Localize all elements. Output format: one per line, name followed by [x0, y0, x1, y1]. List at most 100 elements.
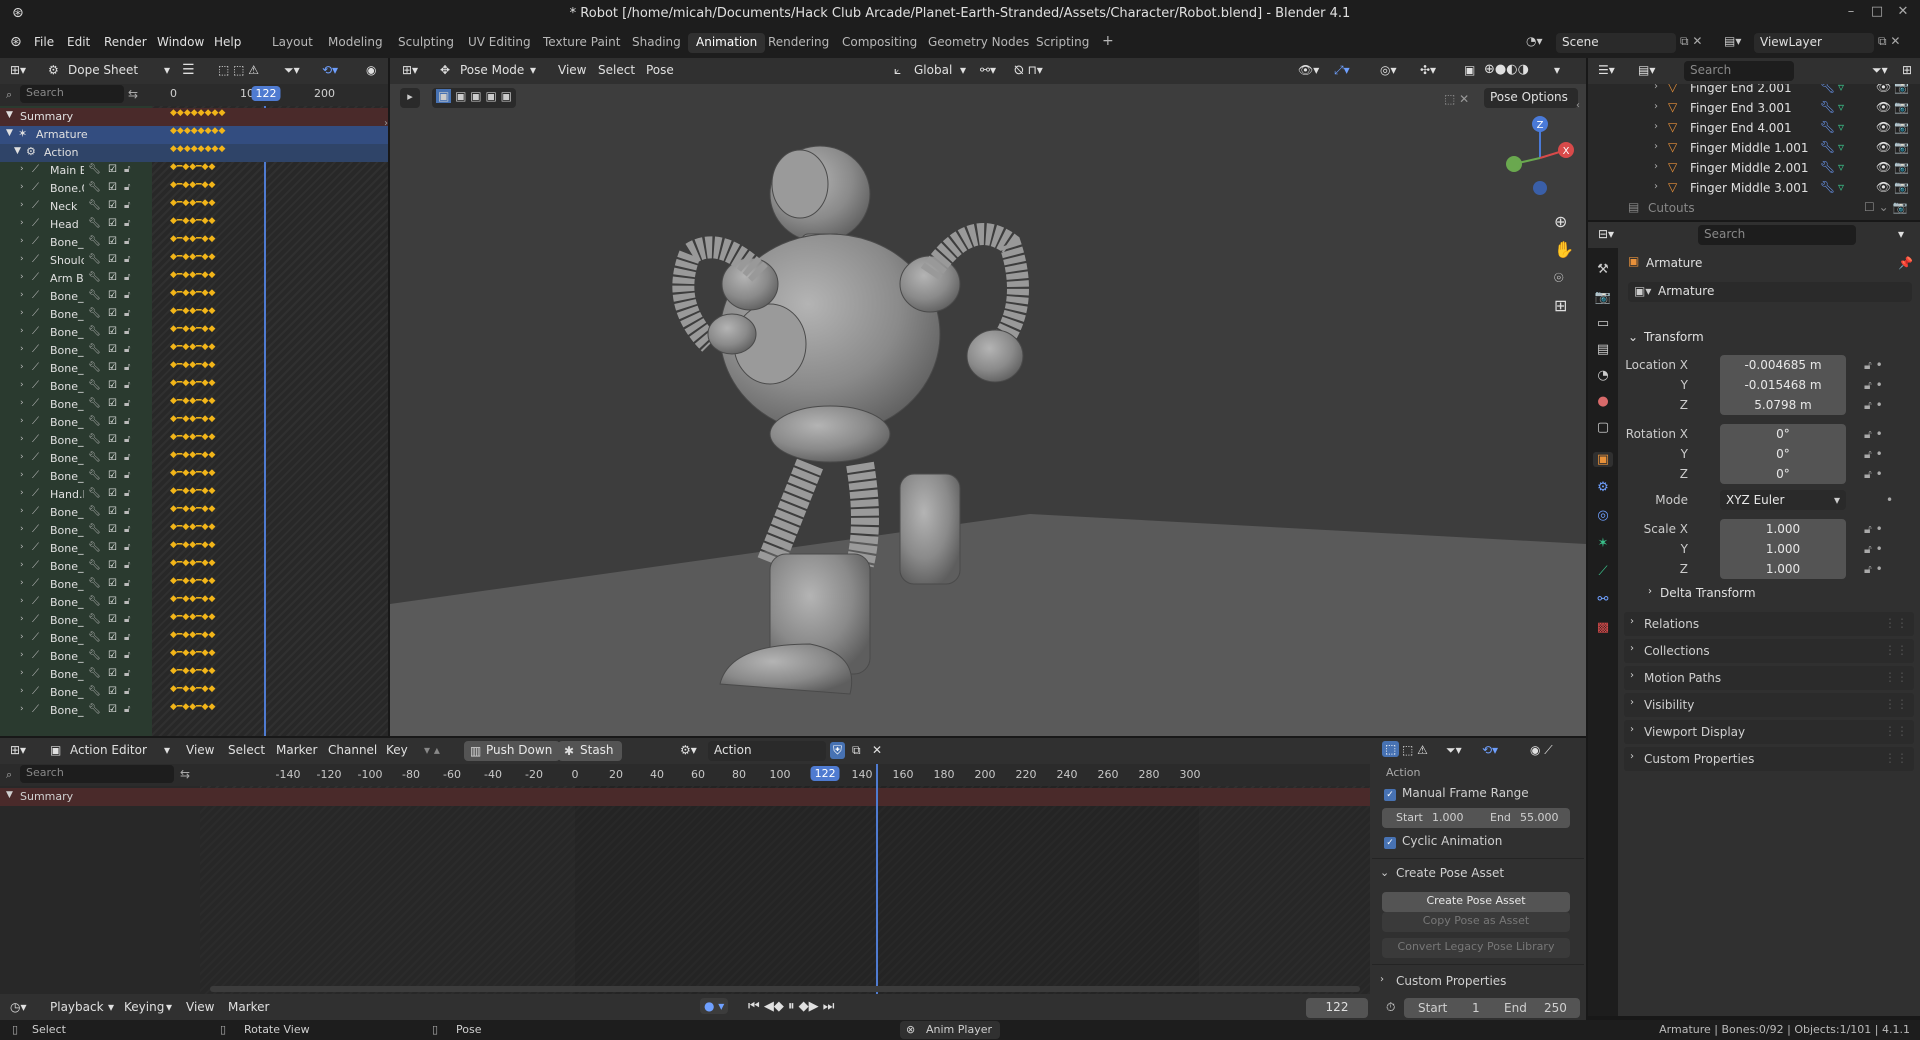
tab-compositing[interactable]: Compositing	[834, 33, 925, 53]
expand-chevron-icon[interactable]: ›	[1654, 181, 1658, 192]
create-pose-asset-button[interactable]: Create Pose Asset	[1382, 892, 1570, 912]
bone-channel[interactable]: › ⟋ Bone_l 🔧︎ ☑ 🔓︎ ◆━◆◆━◆◆	[0, 234, 388, 252]
panel-chevron-icon[interactable]: ›	[1630, 697, 1634, 708]
eye-icon[interactable]: 👁	[1876, 180, 1891, 194]
menu-render[interactable]: Render	[104, 35, 147, 49]
menu-help[interactable]: Help	[214, 35, 241, 49]
outliner-item[interactable]: › ▽ Finger End 2.001 🔧︎ ▿ 👁 📷	[1588, 84, 1920, 98]
texture-tab-icon[interactable]: ▩	[1593, 620, 1613, 635]
location-z-field[interactable]: 5.0798 m	[1720, 395, 1846, 415]
convert-legacy-pose-library-button[interactable]: Convert Legacy Pose Library	[1382, 938, 1570, 958]
pose-options-dropdown[interactable]: Pose Options	[1484, 88, 1578, 108]
mute-checkbox[interactable]: ☑	[108, 560, 117, 571]
expand-chevron-icon[interactable]: ›	[20, 236, 24, 246]
lock-icon[interactable]: 🔓︎	[124, 524, 130, 535]
blender-menu-icon[interactable]: ⊛	[10, 34, 22, 50]
rotation-mode-select[interactable]: XYZ Euler	[1720, 490, 1846, 510]
panel-chevron-icon[interactable]: ›	[1630, 670, 1634, 681]
expand-chevron-icon[interactable]: ▼	[6, 110, 13, 120]
copy-pose-as-asset-button[interactable]: Copy Pose as Asset	[1382, 912, 1570, 932]
gizmo-toggle-icon[interactable]: ⤢▾	[1334, 63, 1350, 78]
display-mode-icon[interactable]: ▤▾	[1638, 63, 1655, 77]
pan-hand-icon[interactable]: ✋	[1554, 240, 1574, 259]
wrench-icon[interactable]: 🔧︎	[88, 452, 101, 463]
mute-checkbox[interactable]: ☑	[108, 650, 117, 661]
scene-selector[interactable]: Scene	[1556, 33, 1676, 53]
bone-channel[interactable]: › ⟋ Bone_l 🔧︎ ☑ 🔓︎ ◆━◆◆━◆◆	[0, 450, 388, 468]
object-name-field[interactable]: Armature	[1628, 282, 1912, 302]
xray-icon[interactable]: ✣▾	[1420, 63, 1436, 77]
ae-summary-channel[interactable]: ▼ Summary	[0, 788, 1370, 806]
lock-icon[interactable]: 🔓︎	[124, 434, 130, 445]
lock-icon[interactable]: 🔓︎	[124, 398, 130, 409]
wrench-icon[interactable]: 🔧︎	[88, 560, 101, 571]
drag-handle-icon[interactable]: ⋮⋮	[1884, 697, 1908, 711]
wrench-icon[interactable]: 🔧︎	[88, 632, 101, 643]
mute-checkbox[interactable]: ☑	[108, 704, 117, 715]
panel-chevron-icon[interactable]: ›	[1380, 974, 1384, 985]
expand-chevron-icon[interactable]: ›	[20, 164, 24, 174]
mute-checkbox[interactable]: ☑	[108, 182, 117, 193]
wrench-icon[interactable]: 🔧︎	[88, 380, 101, 391]
auto-keying-icon[interactable]: ● ▾	[700, 998, 729, 1014]
subpanel-chevron-icon[interactable]: ›	[1648, 586, 1652, 597]
camera-render-icon[interactable]: 📷	[1894, 140, 1909, 154]
mute-checkbox[interactable]: ☑	[108, 524, 117, 535]
expand-chevron-icon[interactable]: ›	[20, 200, 24, 210]
lock-icon[interactable]: 🔓︎	[124, 470, 130, 481]
bone-channel[interactable]: › ⟋ Bone_l 🔧︎ ☑ 🔓︎ ◆━◆◆━◆◆	[0, 432, 388, 450]
lock-icon[interactable]: 🔓︎	[124, 362, 130, 373]
scale-z-field[interactable]: 1.000	[1720, 559, 1846, 579]
lock-icon[interactable]: 🔓︎	[124, 272, 130, 283]
tab-rendering[interactable]: Rendering	[760, 33, 837, 53]
delta-transform-subpanel[interactable]: Delta Transform	[1660, 586, 1756, 600]
expand-chevron-icon[interactable]: ›	[20, 668, 24, 678]
editor-type-icon[interactable]: ⊞▾	[10, 63, 26, 77]
tab-geometry-nodes[interactable]: Geometry Nodes	[920, 33, 1037, 53]
bone-channel[interactable]: › ⟋ Bone_l 🔧︎ ☑ 🔓︎ ◆━◆◆━◆◆	[0, 576, 388, 594]
collapse-arrow-icon[interactable]: ›	[384, 118, 388, 129]
panel-chevron-icon[interactable]: ›	[1630, 724, 1634, 735]
mute-checkbox[interactable]: ☑	[108, 254, 117, 265]
playback-controls[interactable]: ⏮ ◀◆ ⏸ ◆▶ ⏭	[748, 999, 834, 1014]
hamburger-icon[interactable]: ☰	[182, 62, 195, 78]
proportional-icon[interactable]: ◉	[366, 63, 376, 77]
lock-icon[interactable]: 🔓︎	[124, 650, 130, 661]
lock-icon[interactable]: 🔓︎	[124, 632, 130, 643]
dopesheet-mode-select[interactable]: Dope Sheet	[62, 61, 174, 81]
expand-chevron-icon[interactable]: ›	[20, 362, 24, 372]
expand-chevron-icon[interactable]: ▼	[6, 790, 13, 800]
properties-section[interactable]: › Relations ⋮⋮	[1624, 612, 1914, 636]
camera-render-icon[interactable]: 📷	[1894, 84, 1909, 94]
viewport-menu-pose[interactable]: Pose	[646, 63, 674, 77]
filter-icons[interactable]: ⬚ ⚠	[1402, 743, 1428, 757]
scale-x-field[interactable]: 1.000	[1720, 519, 1846, 539]
wrench-icon[interactable]: 🔧︎	[88, 686, 101, 697]
ae-menu-select[interactable]: Select	[228, 743, 265, 757]
pivot-icon[interactable]: ⚯▾	[980, 63, 996, 77]
mute-checkbox[interactable]: ☑	[108, 542, 117, 553]
lock-icon[interactable]: 🔓︎ •	[1864, 522, 1883, 537]
lock-icon[interactable]: 🔓︎	[124, 614, 130, 625]
minimize-icon[interactable]: –	[1840, 4, 1862, 24]
wrench-icon[interactable]: 🔧︎	[88, 164, 101, 175]
wrench-icon[interactable]: 🔧︎	[88, 362, 101, 373]
bone-channel[interactable]: › ⟋ Bone_l 🔧︎ ☑ 🔓︎ ◆━◆◆━◆◆	[0, 306, 388, 324]
tab-texture-paint[interactable]: Texture Paint	[535, 33, 628, 53]
bone-channel[interactable]: › ⟋ Bone_l 🔧︎ ☑ 🔓︎ ◆━◆◆━◆◆	[0, 360, 388, 378]
bone-channel[interactable]: › ⟋ Bone_l 🔧︎ ☑ 🔓︎ ◆━◆◆━◆◆	[0, 648, 388, 666]
bone-channel[interactable]: › ⟋ Bone_l 🔧︎ ☑ 🔓︎ ◆━◆◆━◆◆	[0, 666, 388, 684]
lock-icon[interactable]: 🔓︎	[124, 380, 130, 391]
cyclic-animation-checkbox[interactable]: ✓	[1384, 834, 1396, 849]
summary-channel[interactable]: ▼ Summary ◆◆◆◆◆◆◆◆	[0, 108, 388, 126]
ae-current-frame-indicator[interactable]: 122	[810, 766, 840, 781]
expand-chevron-icon[interactable]: ›	[20, 506, 24, 516]
expand-chevron-icon[interactable]: ›	[20, 308, 24, 318]
mute-checkbox[interactable]: ☑	[108, 578, 117, 589]
ae-custom-properties-header[interactable]: Custom Properties	[1396, 974, 1506, 988]
wrench-icon[interactable]: 🔧︎	[88, 308, 101, 319]
menu-window[interactable]: Window	[157, 35, 204, 49]
lock-icon[interactable]: 🔓︎	[124, 218, 130, 229]
scale-y-field[interactable]: 1.000	[1720, 539, 1846, 559]
viewport-pin-icon[interactable]: ⬚ ✕	[1444, 92, 1469, 106]
